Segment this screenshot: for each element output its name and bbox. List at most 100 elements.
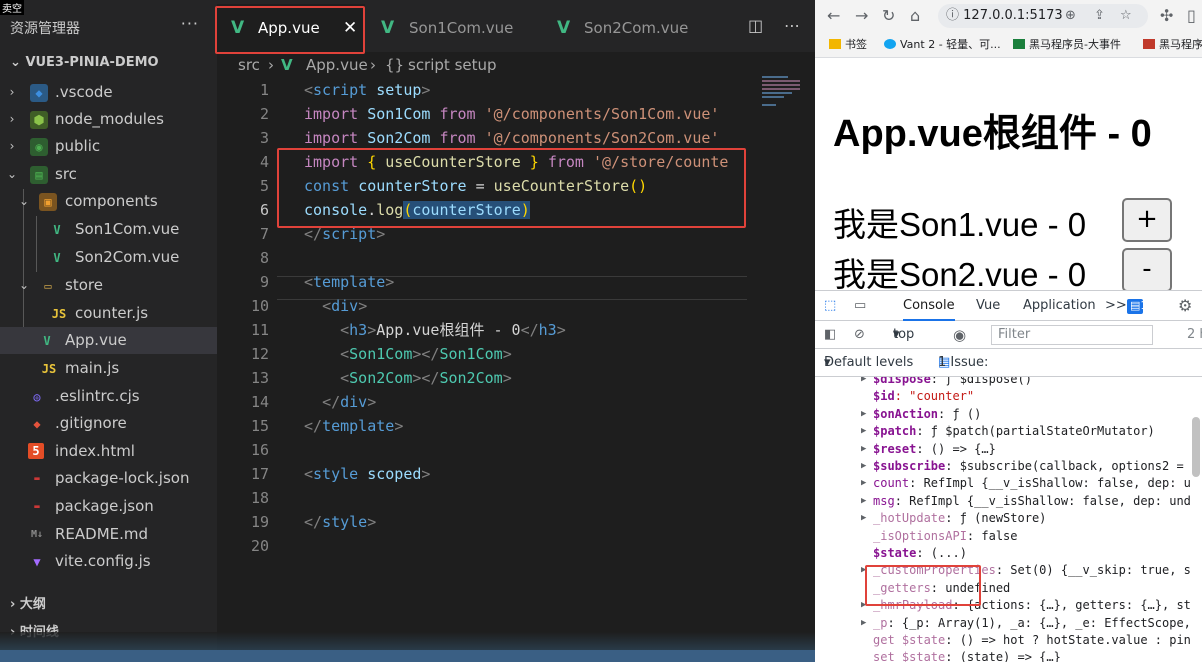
eye-icon[interactable]: ◉ bbox=[953, 321, 966, 349]
tree-item-package-lock[interactable]: ▬ package-lock.json bbox=[0, 465, 217, 492]
console-property-key: msg bbox=[873, 493, 895, 508]
tree-item-label: App.vue bbox=[65, 331, 127, 349]
tree-item-readme[interactable]: M↓ README.md bbox=[0, 521, 217, 548]
more-actions-icon[interactable]: ··· bbox=[181, 14, 199, 33]
console-property-row[interactable]: ▶ count: RefImpl {__v_isShallow: false, d… bbox=[861, 475, 1191, 492]
line-number: 19 bbox=[250, 513, 269, 531]
code-token: Son2Com bbox=[367, 129, 431, 147]
forward-icon[interactable]: → bbox=[855, 6, 868, 25]
tree-item-package-json[interactable]: ▬ package.json bbox=[0, 493, 217, 520]
console-output[interactable]: ▶ $dispose: ƒ $dispose() $id: "counter" ▶ $o… bbox=[815, 377, 1202, 662]
expand-triangle-icon[interactable]: ▶ bbox=[861, 441, 866, 458]
gear-icon[interactable]: ⚙ bbox=[1178, 291, 1192, 321]
bookmark-folder[interactable]: 书签 bbox=[829, 32, 867, 58]
sidebar-icon[interactable]: ▯ bbox=[1187, 6, 1196, 25]
clear-console-icon[interactable]: ⊘ bbox=[854, 321, 865, 349]
increment-button[interactable]: + bbox=[1122, 198, 1172, 242]
tab-son2com[interactable]: V Son2Com.vue bbox=[542, 4, 728, 52]
breadcrumb-src[interactable]: src bbox=[238, 52, 260, 78]
tree-item-vite-config[interactable]: ▼ vite.config.js bbox=[0, 548, 217, 575]
tree-item-son2com[interactable]: V Son2Com.vue bbox=[0, 244, 217, 271]
bookmark-heima-2[interactable]: 黑马程序员 bbox=[1143, 32, 1202, 58]
expand-triangle-icon[interactable]: ▶ bbox=[861, 493, 866, 510]
project-root[interactable]: ⌄ VUE3-PINIA-DEMO bbox=[0, 52, 217, 74]
tree-item-src[interactable]: ⌄ ▤ src bbox=[0, 161, 217, 188]
expand-triangle-icon[interactable]: ▶ bbox=[861, 615, 866, 632]
zoom-icon[interactable]: ⊕ bbox=[1065, 4, 1076, 28]
bookmark-vant[interactable]: Vant 2 - 轻量、可... bbox=[884, 32, 1001, 58]
console-property-row[interactable]: ▶ _hotUpdate: ƒ (newStore) bbox=[861, 510, 1046, 527]
console-property-row[interactable]: ▶ msg: RefImpl {__v_isShallow: false, dep… bbox=[861, 493, 1191, 510]
tree-item-app-vue[interactable]: V App.vue bbox=[0, 327, 217, 354]
tab-son1com[interactable]: V Son1Com.vue bbox=[365, 4, 542, 52]
vue-file-icon: V bbox=[557, 18, 571, 38]
tree-item-index-html[interactable]: 5 index.html bbox=[0, 438, 217, 465]
device-toolbar-icon[interactable]: ▭ bbox=[854, 291, 866, 321]
tree-item-store[interactable]: ⌄ ▭ store bbox=[0, 272, 217, 299]
console-property-row[interactable]: ▶ $subscribe: $subscribe(callback, option… bbox=[861, 458, 1184, 475]
tree-item-counter-js[interactable]: JS counter.js bbox=[0, 300, 217, 327]
chevron-right-icon: › bbox=[9, 85, 15, 99]
tab-vue[interactable]: Vue bbox=[976, 291, 1000, 321]
back-icon[interactable]: ← bbox=[827, 6, 840, 25]
expand-triangle-icon[interactable]: ▶ bbox=[861, 423, 866, 440]
line-number: 12 bbox=[250, 345, 269, 363]
inspect-icon[interactable]: ⬚ bbox=[824, 291, 836, 321]
more-tabs-icon[interactable]: >> bbox=[1105, 291, 1127, 321]
tab-console[interactable]: Console bbox=[903, 291, 955, 321]
expand-triangle-icon[interactable]: ▶ bbox=[861, 458, 866, 475]
line-number: 11 bbox=[250, 321, 269, 339]
tree-item-label: README.md bbox=[55, 525, 149, 543]
outline-section[interactable]: › 大纲 bbox=[0, 593, 217, 617]
expand-triangle-icon[interactable]: ▶ bbox=[861, 377, 866, 388]
console-property-value: : ƒ $dispose() bbox=[930, 377, 1032, 386]
tree-item-node-modules[interactable]: › ⬢ node_modules bbox=[0, 106, 217, 133]
expand-triangle-icon[interactable]: ▶ bbox=[861, 475, 866, 492]
star-icon[interactable]: ☆ bbox=[1120, 4, 1132, 28]
tree-item-vscode[interactable]: › ◆ .vscode bbox=[0, 79, 217, 106]
more-actions-icon[interactable]: ⋯ bbox=[784, 16, 800, 35]
vue-file-icon: V bbox=[281, 56, 293, 74]
share-icon[interactable]: ⇪ bbox=[1094, 4, 1105, 28]
tree-item-public[interactable]: › ◉ public bbox=[0, 133, 217, 160]
app-heading: App.vue根组件 - 0 bbox=[833, 113, 1152, 155]
console-property-row[interactable]: ▶ $patch: ƒ $patch(partialStateOrMutator) bbox=[861, 423, 1155, 440]
filter-input[interactable]: Filter bbox=[991, 325, 1153, 345]
issues-badge-count: 1 bbox=[1140, 299, 1148, 312]
console-property-row[interactable]: ▶ $dispose: ƒ $dispose() bbox=[861, 377, 1032, 388]
vue-file-icon: V bbox=[53, 223, 61, 237]
console-property-row[interactable]: ▶ _p: {_p: Array(1), _a: {…}, _e: EffectS… bbox=[861, 615, 1191, 632]
line-number: 3 bbox=[259, 129, 269, 147]
tree-item-eslintrc[interactable]: ◎ .eslintrc.cjs bbox=[0, 383, 217, 410]
tab-application[interactable]: Application bbox=[1023, 291, 1096, 321]
extensions-icon[interactable]: ✣ bbox=[1160, 6, 1173, 25]
split-editor-icon[interactable]: ◫ bbox=[748, 16, 763, 35]
dropdown-icon: ▾ bbox=[893, 327, 900, 342]
issues-badge[interactable]: ▤ 1 bbox=[1127, 299, 1147, 314]
filter-placeholder: Filter bbox=[998, 327, 1031, 342]
console-property-key: get $state bbox=[873, 633, 946, 647]
explorer-title: 资源管理器 bbox=[10, 21, 80, 37]
scrollbar[interactable] bbox=[1192, 417, 1200, 477]
minimap[interactable] bbox=[760, 76, 805, 116]
html-file-icon: 5 bbox=[28, 443, 44, 459]
expand-triangle-icon[interactable]: ▶ bbox=[861, 406, 866, 423]
breadcrumb-file[interactable]: App.vue bbox=[306, 52, 368, 78]
breadcrumb-symbol[interactable]: script setup bbox=[408, 52, 497, 78]
tree-item-gitignore[interactable]: ◆ .gitignore bbox=[0, 410, 217, 437]
url-field[interactable]: ⓘ 127.0.0.1:5173 ⊕ ⇪ ☆ bbox=[938, 4, 1148, 28]
console-property-value: : ƒ () bbox=[938, 406, 982, 421]
console-property-row[interactable]: ▶ $reset: () => {…} bbox=[861, 441, 996, 458]
home-icon[interactable]: ⌂ bbox=[910, 6, 920, 25]
status-bar bbox=[0, 650, 815, 662]
reload-icon[interactable]: ↻ bbox=[882, 6, 895, 25]
tree-item-main-js[interactable]: JS main.js bbox=[0, 355, 217, 382]
tree-item-label: public bbox=[55, 137, 101, 155]
bookmark-heima[interactable]: 黑马程序员-大事件 bbox=[1013, 32, 1121, 58]
expand-triangle-icon[interactable]: ▶ bbox=[861, 510, 866, 527]
tree-item-son1com[interactable]: V Son1Com.vue bbox=[0, 216, 217, 243]
tree-item-components[interactable]: ⌄ ▣ components bbox=[0, 188, 217, 215]
console-property-row[interactable]: ▶ $onAction: ƒ () bbox=[861, 406, 982, 423]
sidebar-toggle-icon[interactable]: ◧ bbox=[824, 321, 836, 349]
decrement-button[interactable]: - bbox=[1122, 248, 1172, 292]
